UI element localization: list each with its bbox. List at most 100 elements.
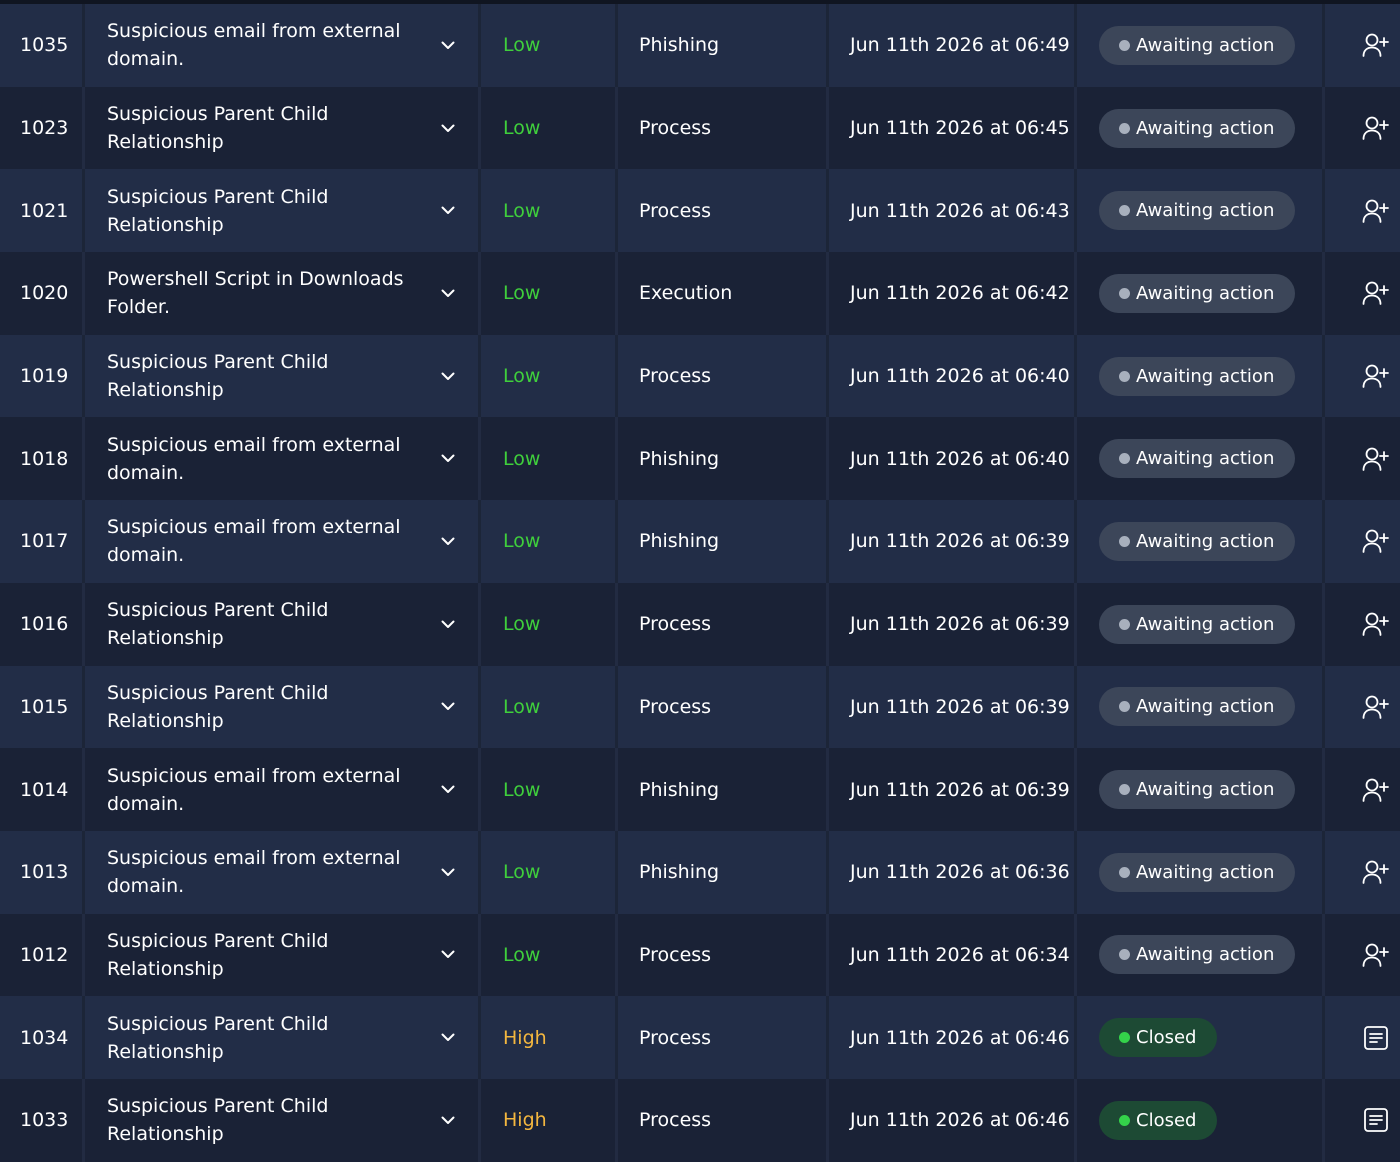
chevron-down-icon[interactable]	[438, 283, 458, 303]
table-row[interactable]: 1016 Suspicious Parent Child Relationshi…	[0, 582, 1400, 666]
date-label: Jun 11th 2026 at 06:40	[850, 365, 1070, 388]
alert-title: Powershell Script in Downloads Folder.	[107, 268, 404, 319]
status-cell: Awaiting action	[1077, 252, 1325, 335]
status-badge: Awaiting action	[1099, 273, 1296, 313]
alert-id: 1033	[20, 1109, 69, 1132]
table-row[interactable]: 1019 Suspicious Parent Child Relationshi…	[0, 334, 1400, 418]
chevron-down-icon[interactable]	[438, 366, 458, 386]
severity-cell: Low	[481, 665, 618, 749]
date-cell: Jun 11th 2026 at 06:34	[829, 913, 1077, 997]
table-row[interactable]: 1023 Suspicious Parent Child Relationshi…	[0, 86, 1400, 170]
table-row[interactable]: 1017 Suspicious email from external doma…	[0, 500, 1400, 583]
assign-user-button[interactable]	[1360, 856, 1392, 888]
date-label: Jun 11th 2026 at 06:39	[850, 530, 1070, 553]
severity-cell: Low	[481, 830, 618, 914]
chevron-down-icon[interactable]	[438, 1110, 458, 1130]
alert-title: Suspicious Parent Child Relationship	[107, 929, 329, 980]
date-cell: Jun 11th 2026 at 06:40	[829, 334, 1077, 418]
severity-label: Low	[503, 778, 541, 801]
severity-cell: Low	[481, 582, 618, 666]
status-label: Awaiting action	[1136, 34, 1275, 56]
status-badge: Closed	[1099, 1018, 1218, 1058]
status-dot	[1119, 1032, 1130, 1044]
assign-user-button[interactable]	[1360, 360, 1392, 392]
view-report-button[interactable]	[1360, 1104, 1392, 1136]
chevron-down-icon[interactable]	[438, 780, 458, 800]
assign-user-button[interactable]	[1360, 691, 1392, 723]
assign-user-button[interactable]	[1360, 195, 1392, 227]
chevron-down-icon[interactable]	[438, 945, 458, 965]
assign-user-button[interactable]	[1360, 608, 1392, 640]
assign-user-button[interactable]	[1360, 525, 1392, 557]
alert-id: 1035	[20, 34, 69, 57]
table-row[interactable]: 1013 Suspicious email from external doma…	[0, 830, 1400, 914]
category-label: Process	[639, 943, 712, 966]
date-cell: Jun 11th 2026 at 06:42	[829, 252, 1077, 335]
category-label: Execution	[639, 282, 733, 305]
status-label: Awaiting action	[1136, 779, 1275, 801]
severity-label: High	[503, 1109, 547, 1132]
chevron-down-icon[interactable]	[438, 862, 458, 882]
status-dot	[1119, 866, 1130, 878]
table-row[interactable]: 1014 Suspicious email from external doma…	[0, 748, 1400, 831]
table-row[interactable]: 1015 Suspicious Parent Child Relationshi…	[0, 665, 1400, 749]
date-label: Jun 11th 2026 at 06:36	[850, 861, 1070, 884]
category-cell: Process	[618, 86, 829, 170]
action-cell	[1325, 252, 1400, 335]
status-cell: Awaiting action	[1077, 665, 1325, 749]
action-cell	[1325, 996, 1400, 1079]
table-row[interactable]: 1020 Powershell Script in Downloads Fold…	[0, 252, 1400, 335]
category-cell: Execution	[618, 252, 829, 335]
status-dot	[1119, 701, 1130, 713]
chevron-down-icon[interactable]	[438, 531, 458, 551]
status-label: Awaiting action	[1136, 117, 1275, 139]
table-row[interactable]: 1012 Suspicious Parent Child Relationshi…	[0, 913, 1400, 997]
date-label: Jun 11th 2026 at 06:49	[850, 34, 1070, 57]
chevron-down-icon[interactable]	[438, 697, 458, 717]
category-label: Phishing	[639, 778, 720, 801]
alert-title-cell: Suspicious email from external domain.	[85, 748, 481, 831]
date-label: Jun 11th 2026 at 06:43	[850, 199, 1070, 222]
chevron-down-icon[interactable]	[438, 201, 458, 221]
table-row[interactable]: 1018 Suspicious email from external doma…	[0, 417, 1400, 501]
alert-title: Suspicious Parent Child Relationship	[107, 1012, 329, 1063]
status-dot	[1119, 949, 1130, 961]
status-label: Closed	[1136, 1109, 1197, 1131]
table-row[interactable]: 1021 Suspicious Parent Child Relationshi…	[0, 169, 1400, 253]
assign-user-button[interactable]	[1360, 939, 1392, 971]
category-label: Process	[639, 199, 712, 222]
alert-title: Suspicious email from external domain.	[107, 764, 401, 815]
assign-user-button[interactable]	[1360, 29, 1392, 61]
status-badge: Awaiting action	[1099, 356, 1296, 396]
chevron-down-icon[interactable]	[438, 449, 458, 469]
table-row[interactable]: 1034 Suspicious Parent Child Relationshi…	[0, 996, 1400, 1079]
action-cell	[1325, 87, 1400, 170]
alert-id-cell: 1035	[0, 4, 85, 87]
assign-user-button[interactable]	[1360, 443, 1392, 475]
status-dot	[1119, 784, 1130, 796]
category-cell: Process	[618, 996, 829, 1079]
category-cell: Process	[618, 582, 829, 666]
action-cell	[1325, 1079, 1400, 1162]
alert-title-cell: Suspicious Parent Child Relationship	[85, 86, 481, 170]
action-cell	[1325, 914, 1400, 997]
status-cell: Awaiting action	[1077, 582, 1325, 666]
table-row[interactable]: 1035 Suspicious email from external doma…	[0, 4, 1400, 87]
status-dot	[1119, 370, 1130, 382]
status-label: Closed	[1136, 1027, 1197, 1049]
assign-user-button[interactable]	[1360, 774, 1392, 806]
category-cell: Phishing	[618, 748, 829, 831]
chevron-down-icon[interactable]	[438, 35, 458, 55]
severity-cell: High	[481, 1078, 618, 1162]
status-dot	[1119, 1114, 1130, 1126]
view-report-button[interactable]	[1360, 1022, 1392, 1054]
table-row[interactable]: 1033 Suspicious Parent Child Relationshi…	[0, 1078, 1400, 1162]
chevron-down-icon[interactable]	[438, 118, 458, 138]
chevron-down-icon[interactable]	[438, 1028, 458, 1048]
date-label: Jun 11th 2026 at 06:34	[850, 943, 1070, 966]
assign-user-icon	[1362, 116, 1389, 140]
assign-user-button[interactable]	[1360, 112, 1392, 144]
date-cell: Jun 11th 2026 at 06:39	[829, 500, 1077, 583]
assign-user-button[interactable]	[1360, 277, 1392, 309]
chevron-down-icon[interactable]	[438, 614, 458, 634]
